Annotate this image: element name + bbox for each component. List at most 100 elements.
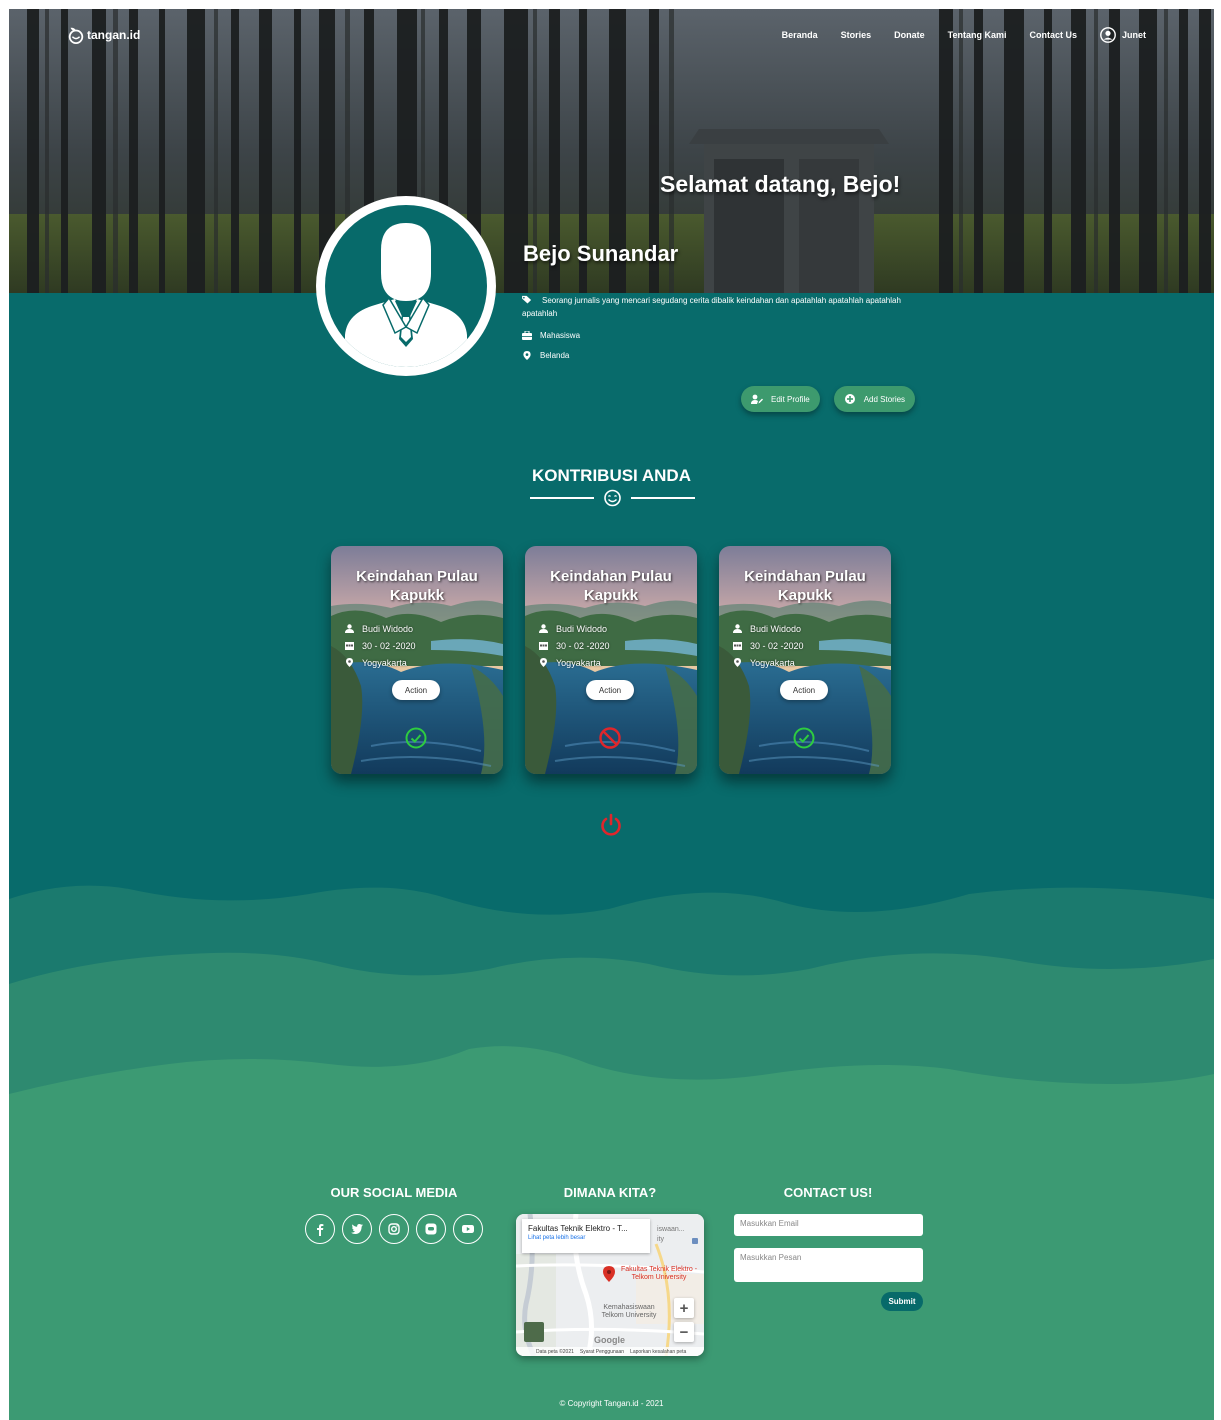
nav-menu: Beranda Stories Donate Tentang Kami Cont… — [782, 27, 1146, 43]
map-place-card: Fakultas Teknik Elektro - T... Lihat pet… — [522, 1219, 650, 1253]
card-author-row: Budi Widodo — [345, 620, 416, 637]
submit-button[interactable]: Submit — [881, 1292, 923, 1311]
zoom-in-button[interactable]: + — [674, 1298, 694, 1318]
hero-banner: tangan.id Beranda Stories Donate Tentang… — [9, 9, 1214, 293]
map-partial-label: iswaan... — [657, 1226, 685, 1233]
contact-title: CONTACT US! — [783, 1185, 873, 1200]
nav-link-tentang-kami[interactable]: Tentang Kami — [948, 30, 1007, 40]
map-title: DIMANA KITA? — [563, 1185, 657, 1200]
map-marker-icon — [734, 658, 741, 667]
message-field[interactable]: Masukkan Pesan — [734, 1248, 923, 1282]
add-stories-label: Add Stories — [863, 394, 906, 404]
user-circle-icon — [1100, 27, 1116, 43]
map-marker-icon — [523, 351, 531, 360]
contribution-card[interactable]: Keindahan Pulau Kapukk Budi Widodo 30 - … — [331, 546, 503, 774]
brand-logo[interactable]: tangan.id — [67, 26, 140, 44]
edit-profile-button[interactable]: Edit Profile — [741, 386, 820, 412]
card-place: Yogyakarta — [362, 657, 407, 668]
card-date: 30 - 02 -2020 — [556, 640, 610, 651]
calendar-icon — [345, 642, 354, 650]
avatar — [316, 196, 496, 376]
logo-icon — [68, 27, 84, 44]
profile-info: Seorang jurnalis yang mencari segudang c… — [522, 294, 902, 371]
card-action-button[interactable]: Action — [780, 680, 828, 700]
location-row: Belanda — [522, 351, 902, 360]
profile-actions: Edit Profile Add Stories — [741, 386, 916, 412]
map-larger-link[interactable]: Lihat peta lebih besar — [528, 1235, 644, 1241]
map-place-name: Fakultas Teknik Elektro - T... — [528, 1224, 628, 1233]
card-author-row: Budi Widodo — [539, 620, 610, 637]
user-name: Junet — [1121, 30, 1146, 40]
card-date-row: 30 - 02 -2020 — [345, 637, 416, 654]
card-title: Keindahan Pulau Kapukk — [356, 568, 478, 604]
instagram-icon — [388, 1223, 400, 1235]
card-date: 30 - 02 -2020 — [750, 640, 804, 651]
contribution-card[interactable]: Keindahan Pulau Kapukk Budi Widodo 30 - … — [525, 546, 697, 774]
social-title: OUR SOCIAL MEDIA — [330, 1185, 458, 1200]
nav-link-contact-us[interactable]: Contact Us — [1029, 30, 1077, 40]
email-field[interactable]: Masukkan Email — [734, 1214, 923, 1236]
person-icon — [345, 223, 467, 367]
calendar-icon — [539, 642, 548, 650]
twitter-link[interactable] — [342, 1214, 372, 1244]
check-circle-icon — [405, 727, 427, 749]
map-marker-icon — [346, 658, 353, 667]
map-brand: Google — [594, 1335, 625, 1345]
map-footer: Data peta ©2021 Syarat Penggunaan Lapork… — [516, 1347, 704, 1356]
youtube-icon — [462, 1225, 474, 1233]
card-place: Yogyakarta — [556, 657, 601, 668]
card-author: Budi Widodo — [556, 623, 608, 634]
facebook-icon — [317, 1224, 324, 1236]
nav-link-stories[interactable]: Stories — [841, 30, 872, 40]
page: tangan.id Beranda Stories Donate Tentang… — [9, 9, 1214, 1420]
map-terms-link[interactable]: Syarat Penggunaan — [580, 1349, 624, 1355]
add-stories-button[interactable]: Add Stories — [833, 386, 916, 412]
profile-job: Mahasiswa — [540, 331, 581, 340]
zoom-out-button[interactable]: − — [674, 1322, 694, 1342]
line-link[interactable] — [416, 1214, 446, 1244]
card-author-row: Budi Widodo — [733, 620, 804, 637]
card-author: Budi Widodo — [362, 623, 414, 634]
title-divider — [530, 489, 695, 507]
job-row: Mahasiswa — [522, 331, 902, 340]
facebook-link[interactable] — [305, 1214, 335, 1244]
card-author: Budi Widodo — [750, 623, 802, 634]
instagram-link[interactable] — [379, 1214, 409, 1244]
profile-location: Belanda — [540, 351, 570, 360]
card-action-button[interactable]: Action — [392, 680, 440, 700]
copyright: © Copyright Tangan.id - 2021 — [559, 1399, 664, 1408]
nav-link-beranda[interactable]: Beranda — [782, 30, 818, 40]
card-place-row: Yogyakarta — [345, 654, 416, 671]
avatar-image — [325, 205, 487, 367]
card-date-row: 30 - 02 -2020 — [733, 637, 804, 654]
card-title: Keindahan Pulau Kapukk — [744, 568, 866, 604]
youtube-link[interactable] — [453, 1214, 483, 1244]
user-edit-icon — [751, 394, 763, 404]
user-menu[interactable]: Junet — [1100, 27, 1146, 43]
twitter-icon — [351, 1224, 363, 1234]
card-meta: Budi Widodo 30 - 02 -2020 Yogyakarta — [539, 620, 610, 671]
briefcase-icon — [522, 331, 532, 340]
card-title: Keindahan Pulau Kapukk — [550, 568, 672, 604]
contributions-title: KONTRIBUSI ANDA — [532, 466, 691, 485]
map-partial-label-2: ity — [657, 1236, 664, 1243]
card-meta: Budi Widodo 30 - 02 -2020 Yogyakarta — [733, 620, 804, 671]
profile-name: Bejo Sunandar — [523, 241, 679, 266]
power-icon[interactable] — [599, 813, 623, 837]
tags-icon — [522, 295, 532, 304]
nav-link-donate[interactable]: Donate — [894, 30, 925, 40]
card-action-button[interactable]: Action — [586, 680, 634, 700]
edit-profile-label: Edit Profile — [771, 394, 810, 404]
user-icon — [733, 624, 742, 633]
map-marker-icon — [540, 658, 547, 667]
line-icon — [425, 1223, 437, 1235]
map-report-link[interactable]: Laporkan kesalahan peta — [630, 1349, 686, 1355]
card-place-row: Yogyakarta — [539, 654, 610, 671]
location-map[interactable]: Fakultas Teknik Elektro - T... Lihat pet… — [516, 1214, 704, 1356]
bio-row: Seorang jurnalis yang mencari segudang c… — [522, 294, 902, 320]
plus-circle-icon — [844, 394, 855, 404]
map-nearby-label: Kemahasiswaan Telkom University — [601, 1304, 657, 1319]
user-icon — [345, 624, 354, 633]
navbar: tangan.id Beranda Stories Donate Tentang… — [9, 9, 1214, 65]
contribution-card[interactable]: Keindahan Pulau Kapukk Budi Widodo 30 - … — [719, 546, 891, 774]
